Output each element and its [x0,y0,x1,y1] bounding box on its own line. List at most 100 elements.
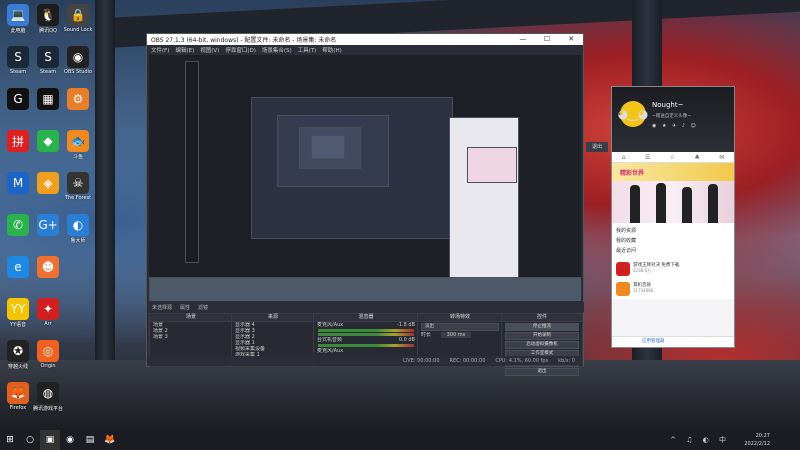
qq-nav: ⌂ ☰ ☆ ♣ ✉ [612,152,734,163]
desktop-icon[interactable] [60,298,96,321]
start-recording-button[interactable]: 开始录制 [505,332,579,340]
search-icon[interactable]: ○ [20,430,40,450]
close-button[interactable]: ✕ [559,34,583,45]
volume-meter[interactable] [318,329,414,332]
virtual-camera-button[interactable]: 启动虚拟摄像机 [505,341,579,349]
app-icon: S [7,46,29,68]
app-icon: ☻ [37,256,59,278]
desktop-icon[interactable]: 🐟 斗鱼 [60,130,96,160]
desktop-icon-label: 鲁大师 [70,238,86,244]
qq-signature[interactable]: ~赠送自定义头像~ [652,113,691,119]
app-icon: ✪ [7,340,29,362]
ad-item[interactable]: 游戏王牌对决 免费下载 3238.6万 [612,259,734,279]
desktop-icon[interactable]: 🔒 Sound Lock [60,4,96,33]
stop-stream-button[interactable]: 停止推流 [505,323,579,331]
preview-nested-qq-photo [467,147,517,183]
desktop-icon[interactable]: ⚙ [60,88,96,111]
desktop-icon[interactable]: ◐ 鲁大师 [60,214,96,244]
app-icon: G [7,88,29,110]
volume-meter[interactable] [318,344,414,347]
menu-edit[interactable]: 编辑(E) [175,46,194,54]
firefox-taskbar-icon[interactable]: 🦊 [100,430,120,450]
app-icon: ✆ [7,214,29,236]
mail-icon[interactable]: ✉ [719,154,724,161]
exit-side-button[interactable]: 退出 [586,142,608,152]
filters-tab[interactable]: 滤镜 [198,304,208,311]
mixer-channel-label: 麦克风/Aux -1.8 dB [317,322,415,328]
star-icon[interactable]: ☆ [670,154,675,161]
desktop-icon-label: Arr [44,321,52,327]
exit-button[interactable]: 退出 [505,368,579,376]
transitions-header: 转场特效 [418,314,502,322]
app-icon: ⚙ [67,88,89,110]
obs-statusbar: LIVE: 00:00:00 REC: 00:00:00 CPU: 4.1%, … [149,356,581,365]
desktop-icon-label: OBS Studio [64,69,92,75]
transition-type-select[interactable]: 淡出 [421,323,499,331]
desktop-icon[interactable] [60,256,96,279]
app-manager-link[interactable]: 应用管理器 [612,336,734,347]
group-icon[interactable]: ♣ [694,154,699,161]
menu-scene-collection[interactable]: 场景集合(S) [262,46,292,54]
list-icon[interactable]: ☰ [645,154,650,161]
desktop-icon[interactable]: ◉ OBS Studio [60,46,96,75]
app-icon: ◈ [37,172,59,194]
minimize-button[interactable]: — [511,34,535,45]
menu-view[interactable]: 视图(V) [200,46,219,54]
home-icon[interactable]: ⌂ [622,154,626,161]
duration-input[interactable]: 300 ms [440,332,472,338]
clock[interactable]: 20:27 2022/2/12 [744,432,770,448]
scene-item[interactable]: 场景 3 [150,334,232,340]
app-icon [67,298,89,320]
promo-banner[interactable]: 精彩世界 [612,163,734,181]
menu-item[interactable]: 最近访问 [616,246,730,256]
mixer-channel-label: 台式机音频 0.0 dB [317,337,415,343]
obs-taskbar-icon[interactable]: ◉ [60,430,80,450]
ad-item[interactable]: 耳机音质 11734686 [612,279,734,299]
menu-item[interactable]: 我的收藏 [616,236,730,246]
bitrate-status: kb/s: 0 [558,357,575,364]
app-icon: ◍ [37,382,59,404]
menu-item[interactable]: 我的资源 [616,226,730,236]
desktop-icon[interactable]: ◍ 腾讯游戏平台 [30,382,66,412]
app-taskbar-icon[interactable]: ▤ [80,430,100,450]
desktop-icon[interactable] [60,340,96,363]
maximize-button[interactable]: ☐ [535,34,559,45]
app-icon: 拼 [7,130,29,152]
app-icon: 🦊 [7,382,29,404]
sources-header: 来源 [232,314,314,322]
menu-file[interactable]: 文件(F) [151,46,169,54]
clock-date: 2022/2/12 [744,441,770,447]
taskview-icon[interactable]: ▣ [40,430,60,450]
menu-help[interactable]: 帮助(H) [322,46,341,54]
menu-docks[interactable]: 停靠窗口(D) [225,46,256,54]
tray-icons[interactable]: ^ ♫ ◐ 中 [670,435,730,445]
scenes-header: 场景 [150,314,232,322]
app-icon: ✦ [37,298,59,320]
app-icon: ▦ [37,88,59,110]
obs-titlebar[interactable]: OBS 27.1.3 (64-bit, windows) - 配置文件: 未命名… [147,34,583,45]
desktop-icon-label: 腾讯游戏平台 [32,406,63,412]
desktop-icon[interactable]: ☠ The Forest [60,172,96,201]
qq-window[interactable]: ◕‿◕ Nought~ ~赠送自定义头像~ ◉ ★ ✈ ♪ ☺ ⌂ ☰ ☆ ♣ … [611,86,735,348]
obs-preview[interactable] [149,55,581,301]
avatar[interactable]: ◕‿◕ [618,101,648,127]
mixer-channel-label: 麦克风/Aux [317,348,344,354]
app-icon [67,256,89,278]
app-icon: 🐧 [37,4,59,26]
app-icon: YY [7,298,29,320]
app-icon: ◐ [67,214,89,236]
app-icon [67,340,89,362]
start-icon[interactable]: ⊞ [0,430,20,450]
wooden-deck [0,360,800,430]
app-icon: S [37,46,59,68]
app-icon: G+ [37,214,59,236]
mixer-header: 混音器 [314,314,418,322]
properties-tab[interactable]: 属性 [180,304,190,311]
volume-meter[interactable] [318,333,414,336]
promo-photo[interactable] [612,181,734,223]
obs-window[interactable]: OBS 27.1.3 (64-bit, windows) - 配置文件: 未命名… [146,33,584,376]
app-icon: 💻 [7,4,29,26]
controls-header: 控件 [502,314,582,322]
qq-status-icons[interactable]: ◉ ★ ✈ ♪ ☺ [652,123,698,129]
menu-tools[interactable]: 工具(T) [298,46,317,54]
